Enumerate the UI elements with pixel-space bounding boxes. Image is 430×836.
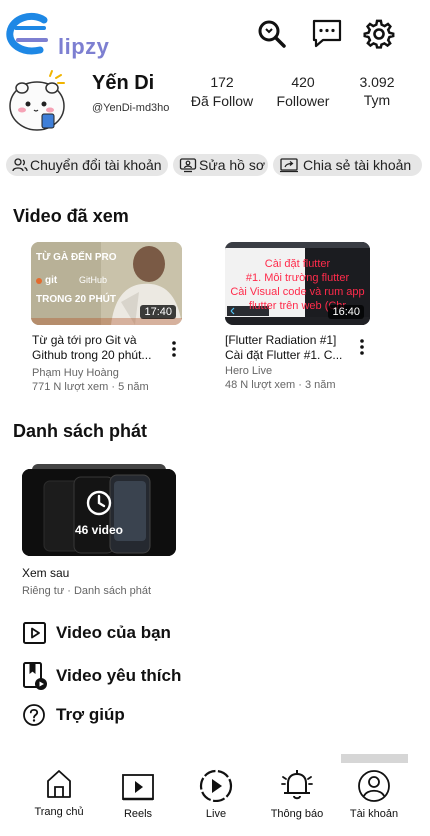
stat-value: 3.092: [359, 74, 395, 90]
live-icon: [199, 769, 233, 802]
nav-label: Tài khoản: [349, 808, 399, 820]
favorite-videos-row[interactable]: Video yêu thích: [22, 661, 181, 691]
video-title[interactable]: [Flutter Radiation #1] Cài đặt Flutter #…: [225, 333, 343, 363]
nav-label: Thông báo: [270, 808, 324, 820]
more-options-icon[interactable]: [171, 340, 177, 358]
menu-label: Trợ giúp: [56, 705, 125, 724]
chip-label: Sửa hồ sơ: [199, 157, 266, 173]
play-square-icon: [23, 622, 46, 644]
nav-account[interactable]: Tài khoản: [339, 766, 409, 820]
search-icon[interactable]: [256, 18, 288, 50]
video-duration: 16:40: [328, 305, 364, 319]
video-meta: 771 N lượt xem · 5 năm: [32, 381, 149, 393]
history-title: Video đã xem: [13, 206, 129, 226]
nav-label: Reels: [123, 808, 153, 820]
video-channel: Hero Live: [225, 365, 273, 377]
edit-profile-button[interactable]: Sửa hồ sơ: [173, 154, 268, 176]
stat-likes[interactable]: 3.092 Tym: [337, 74, 417, 108]
nav-reels[interactable]: Reels: [103, 766, 173, 820]
stat-value: 172: [210, 74, 234, 90]
thumbnail-text: GitHub: [79, 275, 108, 285]
gear-icon[interactable]: [363, 18, 395, 50]
video-duration: 17:40: [140, 305, 176, 319]
help-icon: [23, 704, 45, 726]
nav-home[interactable]: Trang chủ: [24, 766, 94, 818]
chip-label: Chuyển đổi tài khoản: [30, 157, 162, 173]
app-logo[interactable]: lipzy: [6, 10, 110, 59]
logo-text: lipzy: [58, 34, 110, 59]
playlist-video-count: 46 video: [74, 523, 124, 537]
logo-mark-icon: [6, 13, 48, 55]
thumbnail-text: Cài đặt flutter: [264, 258, 331, 270]
playlist-thumbnail[interactable]: 46 video: [22, 469, 176, 556]
playlist-meta: Riêng tư · Danh sách phát: [22, 585, 152, 597]
stat-followers[interactable]: 420 Follower: [263, 74, 343, 109]
profile-name: Yến Di: [92, 72, 155, 94]
help-row[interactable]: Trợ giúp: [22, 702, 125, 728]
playlist-name[interactable]: Xem sau: [22, 566, 69, 580]
playlists-title: Danh sách phát: [13, 421, 148, 441]
video-meta: 48 N lượt xem · 3 năm: [225, 379, 336, 391]
menu-label: Video yêu thích: [56, 666, 182, 685]
video-thumbnail[interactable]: TỪ GÀ ĐẾN PRO git GitHub TRONG 20 PHÚT 1…: [31, 242, 182, 325]
home-icon: [47, 770, 71, 798]
stat-label: Follower: [276, 93, 330, 109]
bottom-navigation: Trang chủ Reels Live Thông báo Tài khoản: [0, 760, 430, 836]
video-title[interactable]: Từ gà tới pro Git và Github trong 20 phú…: [32, 333, 157, 363]
switch-account-icon: [12, 158, 28, 172]
avatar[interactable]: [4, 68, 70, 134]
video-channel: Phạm Huy Hoàng: [32, 367, 119, 379]
bookmark-video-icon: [23, 662, 47, 690]
switch-account-button[interactable]: Chuyển đổi tài khoản: [6, 154, 168, 176]
stat-label: Tym: [363, 92, 391, 108]
stat-label: Đã Follow: [190, 93, 254, 109]
your-videos-row[interactable]: Video của bạn: [22, 620, 171, 646]
share-account-button[interactable]: Chia sẻ tài khoản: [273, 154, 422, 176]
thumbnail-text: Cài Visual code và rum app: [230, 286, 365, 298]
edit-profile-icon: [179, 158, 197, 173]
menu-label: Video của bạn: [56, 623, 171, 642]
thumbnail-text: TRONG 20 PHÚT: [36, 294, 117, 305]
share-account-icon: [280, 158, 298, 173]
chip-label: Chia sẻ tài khoản: [303, 157, 412, 173]
video-thumbnail[interactable]: Cài đặt flutter #1. Môi trường flutter C…: [225, 242, 370, 325]
profile-handle: @YenDi-md3ho: [92, 102, 170, 114]
thumbnail-text: #1. Môi trường flutter: [245, 272, 350, 284]
nav-live[interactable]: Live: [181, 766, 251, 820]
nav-label: Live: [205, 808, 227, 820]
nav-notifications[interactable]: Thông báo: [262, 766, 332, 820]
stat-value: 420: [291, 74, 315, 90]
reels-icon: [122, 774, 154, 801]
thumbnail-text: git: [45, 275, 58, 286]
more-options-icon[interactable]: [359, 338, 365, 356]
top-bar: lipzy: [0, 0, 430, 70]
bell-icon: [281, 770, 313, 800]
nav-label: Trang chủ: [34, 806, 84, 818]
watch-later-icon: [86, 490, 112, 516]
thumbnail-text: TỪ GÀ ĐẾN PRO: [36, 252, 117, 263]
stat-following[interactable]: 172 Đã Follow: [182, 74, 262, 109]
message-icon[interactable]: [311, 18, 343, 50]
account-icon: [358, 770, 390, 802]
